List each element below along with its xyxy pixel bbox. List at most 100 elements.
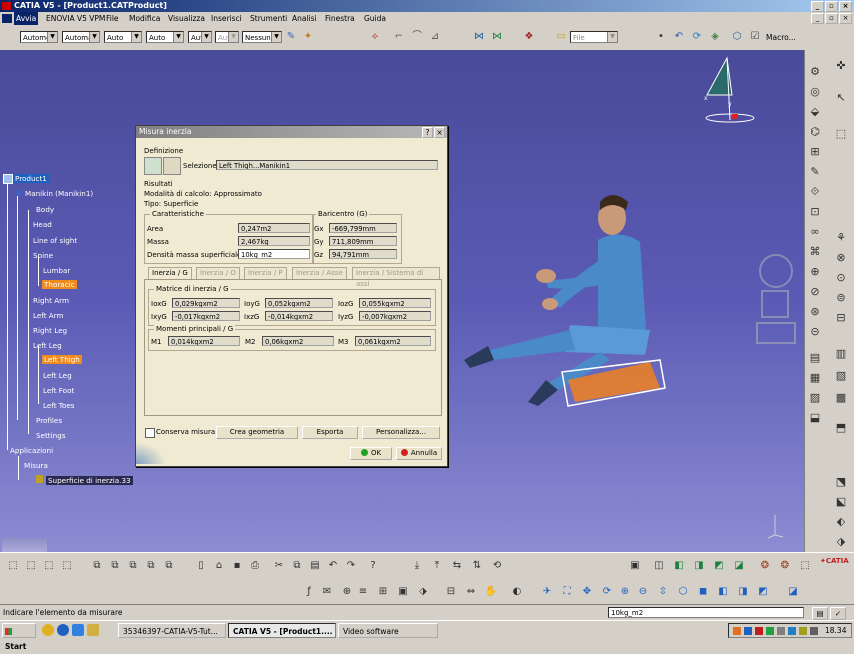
menu-file[interactable]: File	[106, 12, 119, 25]
curve-icon[interactable]: ↶	[672, 30, 686, 44]
combo-3[interactable]: Auto ▼	[104, 31, 142, 43]
tree-head[interactable]: Head	[33, 220, 52, 229]
selezione-field[interactable]: Left Thigh...Manikin1	[216, 160, 438, 170]
tool2-icon[interactable]: ⌒	[410, 30, 424, 44]
check-icon[interactable]: ☑	[748, 30, 762, 44]
save-icon[interactable]: ▪	[230, 559, 244, 573]
hand-icon[interactable]: ✋	[484, 585, 498, 599]
tree-lumbar[interactable]: Lumbar	[43, 266, 70, 275]
pan-icon[interactable]: ✥	[580, 585, 594, 599]
bottom-tool-15-icon[interactable]: ▣	[628, 559, 642, 573]
personalizza-button[interactable]: Personalizza...	[362, 426, 440, 439]
start-button[interactable]: Start	[2, 623, 36, 651]
tree-superficie-inerzia[interactable]: Superficie di inerzia.33	[46, 476, 133, 485]
zoom-in-icon[interactable]: ⊕	[618, 585, 632, 599]
explorer-icon[interactable]	[87, 624, 99, 636]
measure-mode2-icon[interactable]	[163, 157, 181, 175]
taskbar-item-video[interactable]: Video software	[338, 623, 438, 638]
tool-r-icon[interactable]: ⊛	[807, 304, 823, 320]
bottom-tool-26-icon[interactable]: ⊞	[376, 585, 390, 599]
tree-misura[interactable]: Misura	[24, 461, 48, 470]
tab-inerzia-sistema[interactable]: Inerzia / Sistema di assi	[352, 267, 440, 288]
bottom-tool-18-icon[interactable]: ◨	[692, 559, 706, 573]
paste-icon[interactable]: ▤	[308, 559, 322, 573]
app-menu-icon[interactable]	[2, 14, 12, 23]
combo-6[interactable]: Aut ▼	[215, 31, 239, 43]
status-button-2-icon[interactable]: ✓	[830, 607, 846, 620]
compass2-icon[interactable]: ⋈	[490, 30, 504, 44]
cut-icon[interactable]: ✂	[272, 559, 286, 573]
tool-s-icon[interactable]: ⊜	[833, 290, 849, 306]
bottom-tool-8-icon[interactable]: ⧉	[144, 559, 158, 573]
tool-m-icon[interactable]: ⚘	[833, 230, 849, 246]
tool-g-icon[interactable]: ⊞	[807, 144, 823, 160]
cube-icon[interactable]: ⬡	[730, 30, 744, 44]
tool-p-icon[interactable]: ⊘	[807, 284, 823, 300]
bottom-tool-7-icon[interactable]: ⧉	[126, 559, 140, 573]
ok-button[interactable]: OK	[350, 447, 392, 460]
tool-ac-icon[interactable]: ⬒	[833, 420, 849, 436]
bottom-tool-16-icon[interactable]: ◫	[652, 559, 666, 573]
annulla-button[interactable]: Annulla	[396, 447, 442, 460]
tree-right-leg[interactable]: Right Leg	[33, 326, 67, 335]
menu-modifica[interactable]: Modifica	[129, 12, 160, 25]
shape-icon[interactable]: ◈	[708, 30, 722, 44]
menu-strumenti[interactable]: Strumenti	[250, 12, 287, 25]
tool-q-icon[interactable]: ⊙	[833, 270, 849, 286]
bottom-tool-6-icon[interactable]: ⧉	[108, 559, 122, 573]
compass-icon[interactable]: ⋈	[472, 30, 486, 44]
close-window-button[interactable]: ×	[839, 1, 852, 12]
macro-label[interactable]: Macro...	[766, 33, 796, 42]
combo-7[interactable]: Nessuno ▼	[242, 31, 282, 43]
tool-j-icon[interactable]: ⊡	[807, 204, 823, 220]
tree-manikin[interactable]: Manikin (Manikin1)	[25, 189, 93, 198]
tree-applicazioni[interactable]: Applicazioni	[10, 446, 53, 455]
tool-n-icon[interactable]: ⊕	[807, 264, 823, 280]
restore-button[interactable]: ▫	[825, 1, 838, 12]
tray-5-icon[interactable]	[777, 627, 785, 635]
tray-6-icon[interactable]	[788, 627, 796, 635]
open-icon[interactable]: ⌂	[212, 559, 226, 573]
bottom-tool-4-icon[interactable]: ⬚	[60, 559, 74, 573]
tree-line-of-sight[interactable]: Line of sight	[33, 236, 77, 245]
status-button-1-icon[interactable]: ▤	[812, 607, 828, 620]
tree-left-leg-child[interactable]: Left Leg	[43, 371, 72, 380]
tab-inerzia-o[interactable]: Inerzia / O	[196, 267, 240, 279]
bottom-tool-28-icon[interactable]: ⬗	[416, 585, 430, 599]
redo-icon[interactable]: ↷	[344, 559, 358, 573]
tool-u-icon[interactable]: ⊟	[833, 310, 849, 326]
bottom-tool-33-icon[interactable]: ◪	[786, 585, 800, 599]
bottom-tool-3-icon[interactable]: ⬚	[42, 559, 56, 573]
tool-k-icon[interactable]: ∞	[807, 224, 823, 240]
tree-profiles[interactable]: Profiles	[36, 416, 62, 425]
menu-enovia[interactable]: ENOVIA V5 VPM	[46, 12, 105, 25]
quicklaunch-1-icon[interactable]	[42, 624, 54, 636]
bottom-tool-32-icon[interactable]: ◩	[756, 585, 770, 599]
tool-icon[interactable]: ⌐	[392, 30, 406, 44]
tool-a-icon[interactable]: ⚙	[807, 64, 823, 80]
tree-body[interactable]: Body	[36, 205, 54, 214]
tool-t-icon[interactable]: ⊝	[807, 324, 823, 340]
tool-v-icon[interactable]: ▤	[807, 350, 823, 366]
tool-f-icon[interactable]: ⬚	[833, 126, 849, 142]
formula-icon[interactable]: ƒ	[302, 585, 316, 599]
bottom-tool-5-icon[interactable]: ⧉	[90, 559, 104, 573]
bottom-tool-11-icon[interactable]: ⤒	[430, 559, 444, 573]
minimize-button[interactable]: _	[811, 1, 824, 12]
tool-w-icon[interactable]: ▥	[833, 346, 849, 362]
menu-analisi[interactable]: Analisi	[292, 12, 317, 25]
file-combo[interactable]: File ▼	[570, 31, 618, 43]
folder-icon[interactable]: ▭	[554, 30, 568, 44]
menu-finestra[interactable]: Finestra	[325, 12, 355, 25]
tool-ag-icon[interactable]: ⬗	[833, 534, 849, 550]
measure-mode-icon[interactable]	[144, 157, 162, 175]
menu-avvia[interactable]: Avvia	[14, 12, 39, 25]
copy-icon[interactable]: ⧉	[290, 559, 304, 573]
fly-icon[interactable]: ✈	[540, 585, 554, 599]
tool-af-icon[interactable]: ⬖	[833, 514, 849, 530]
dot-icon[interactable]: •	[654, 30, 668, 44]
tool-e-icon[interactable]: ⌬	[807, 124, 823, 140]
bottom-tool-21-icon[interactable]: ❂	[758, 559, 772, 573]
tray-4-icon[interactable]	[766, 627, 774, 635]
product-icon[interactable]: ❖	[522, 30, 536, 44]
